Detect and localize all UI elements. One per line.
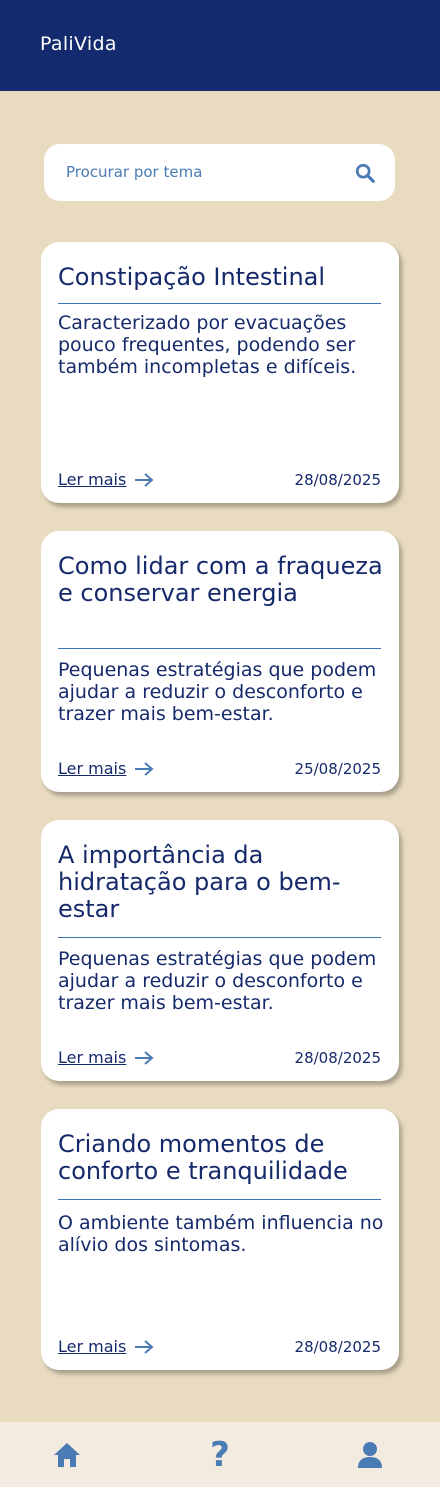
article-card[interactable]: Constipação Intestinal Caracterizado por… — [41, 242, 399, 503]
card-title: Como lidar com a fraqueza e conservar en… — [58, 552, 383, 607]
nav-profile-button[interactable] — [340, 1422, 400, 1487]
card-date: 28/08/2025 — [294, 1338, 381, 1356]
arrow-right-icon — [135, 1050, 154, 1065]
help-icon: ? — [210, 1434, 230, 1475]
read-more-link[interactable]: Ler mais — [58, 1337, 154, 1356]
card-date: 28/08/2025 — [294, 471, 381, 489]
card-divider — [58, 937, 381, 938]
nav-help-button[interactable]: ? — [190, 1422, 250, 1487]
read-more-label: Ler mais — [58, 1048, 127, 1067]
article-card[interactable]: A importância da hidratação para o bem-e… — [41, 820, 399, 1081]
search-bar[interactable] — [44, 144, 395, 201]
article-card[interactable]: Como lidar com a fraqueza e conservar en… — [41, 531, 399, 792]
card-title: Constipação Intestinal — [58, 263, 326, 291]
read-more-label: Ler mais — [58, 1337, 127, 1356]
nav-home-button[interactable] — [37, 1422, 97, 1487]
card-description: Pequenas estratégias que podem ajudar a … — [58, 948, 377, 1014]
read-more-link[interactable]: Ler mais — [58, 759, 154, 778]
card-date: 25/08/2025 — [294, 760, 381, 778]
user-icon — [358, 1441, 382, 1468]
read-more-label: Ler mais — [58, 470, 127, 489]
arrow-right-icon — [135, 761, 154, 776]
card-divider — [58, 1199, 381, 1200]
card-divider — [58, 303, 381, 304]
search-input[interactable] — [66, 160, 336, 184]
search-icon[interactable] — [354, 162, 376, 184]
arrow-right-icon — [135, 1339, 154, 1354]
arrow-right-icon — [135, 472, 154, 487]
read-more-label: Ler mais — [58, 759, 127, 778]
card-description: Pequenas estratégias que podem ajudar a … — [58, 659, 377, 725]
app-title: PaliVida — [40, 33, 117, 55]
card-date: 28/08/2025 — [294, 1049, 381, 1067]
read-more-link[interactable]: Ler mais — [58, 1048, 154, 1067]
bottom-navigation: ? — [0, 1422, 440, 1487]
read-more-link[interactable]: Ler mais — [58, 470, 154, 489]
card-title: Criando momentos de conforto e tranquili… — [58, 1130, 348, 1185]
card-divider — [58, 648, 381, 649]
card-description: Caracterizado por evacuações pouco frequ… — [58, 312, 357, 378]
article-card[interactable]: Criando momentos de conforto e tranquili… — [41, 1109, 399, 1370]
top-app-bar: PaliVida — [0, 0, 440, 91]
card-description: O ambiente também influencia no alívio d… — [58, 1212, 384, 1256]
card-title: A importância da hidratação para o bem-e… — [58, 841, 341, 923]
home-icon — [54, 1442, 80, 1467]
